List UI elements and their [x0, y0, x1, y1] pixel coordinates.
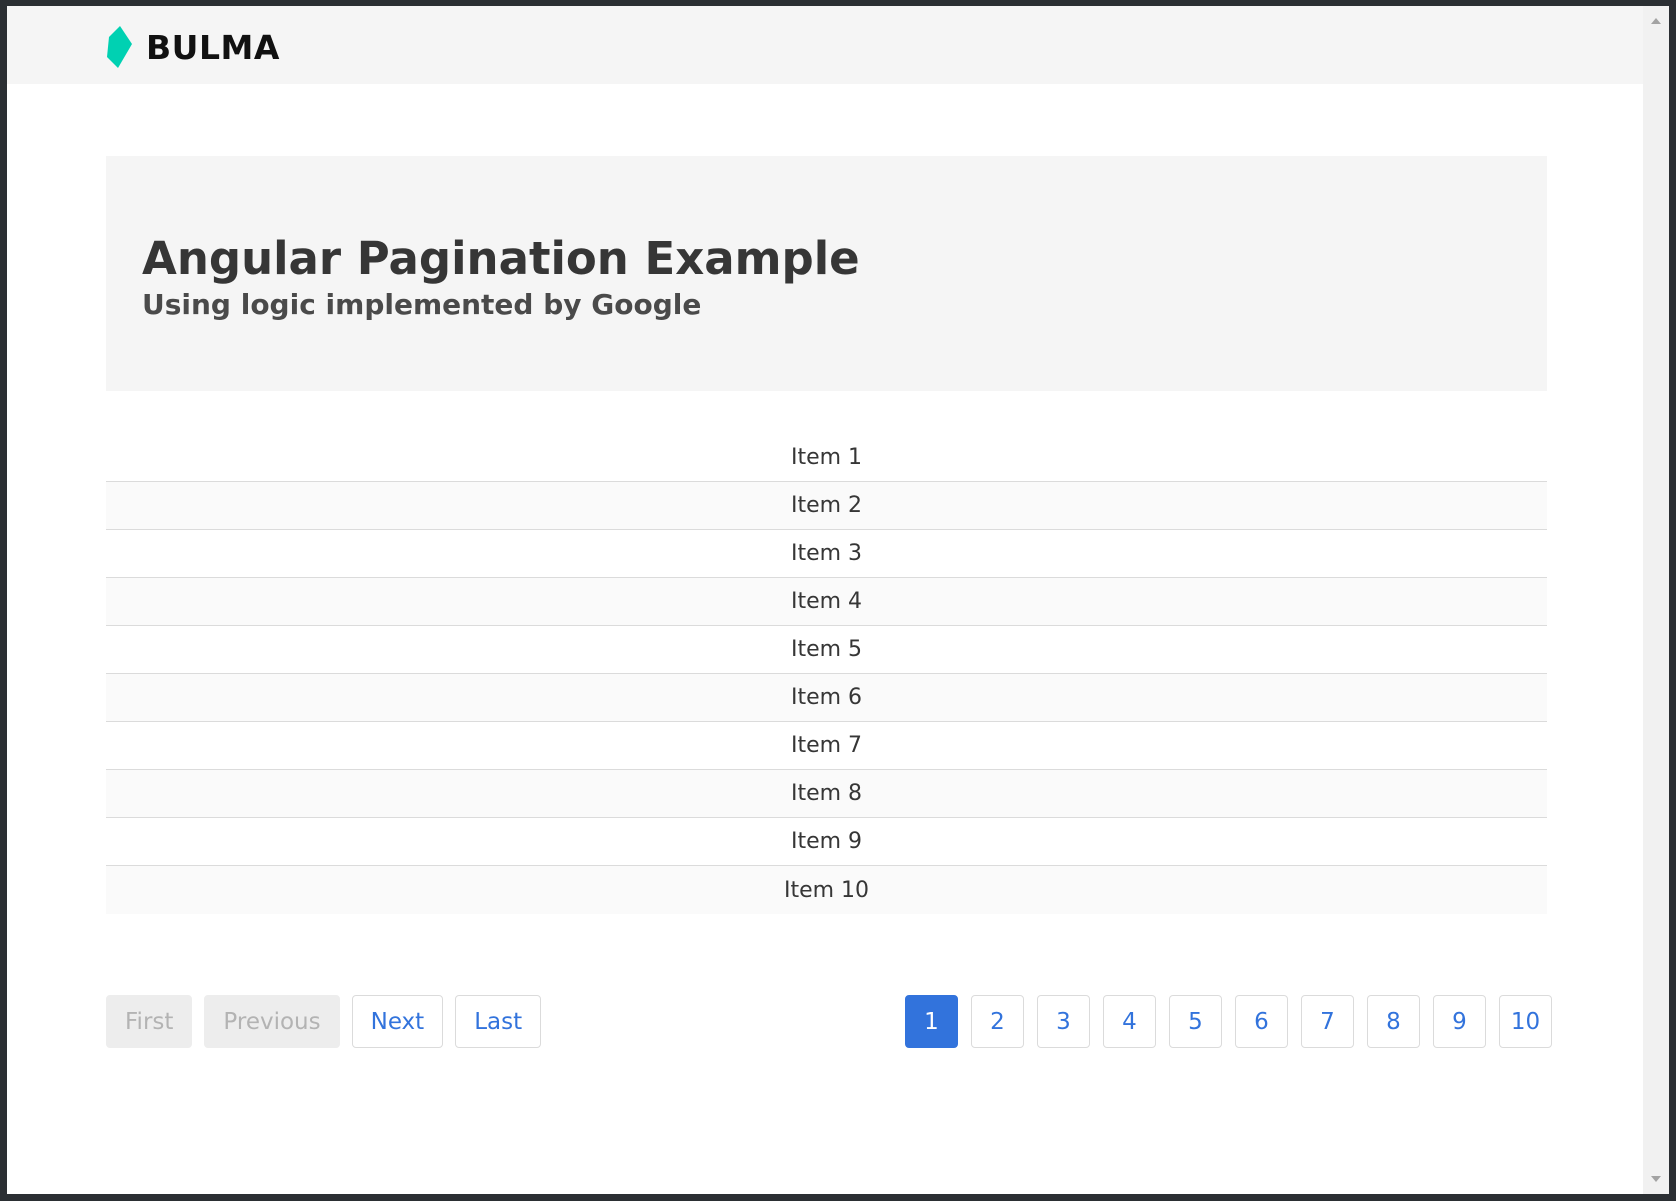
- list-item: Item 2: [106, 482, 1547, 530]
- page-title: Angular Pagination Example: [142, 232, 860, 285]
- brand-logo-link[interactable]: BULMA: [106, 26, 280, 68]
- list-item: Item 5: [106, 626, 1547, 674]
- brand-text: BULMA: [146, 27, 280, 67]
- page-viewport: BULMA Angular Pagination Example Using l…: [7, 6, 1643, 1194]
- bulma-logo-icon: [106, 26, 134, 68]
- last-page-button[interactable]: Last: [455, 995, 542, 1048]
- first-page-button[interactable]: First: [106, 995, 193, 1048]
- list-item: Item 8: [106, 770, 1547, 818]
- list-item: Item 6: [106, 674, 1547, 722]
- page-link-10[interactable]: 10: [1499, 995, 1552, 1048]
- navbar: BULMA: [7, 6, 1643, 84]
- page-link-2[interactable]: 2: [971, 995, 1024, 1048]
- vertical-scrollbar[interactable]: [1643, 6, 1669, 1194]
- hero-section: Angular Pagination Example Using logic i…: [106, 156, 1547, 391]
- page-link-9[interactable]: 9: [1433, 995, 1486, 1048]
- item-list: Item 1 Item 2 Item 3 Item 4 Item 5 Item …: [106, 434, 1547, 914]
- next-page-button[interactable]: Next: [351, 995, 444, 1048]
- page-link-1[interactable]: 1: [905, 995, 958, 1048]
- list-item: Item 3: [106, 530, 1547, 578]
- page-link-8[interactable]: 8: [1367, 995, 1420, 1048]
- page-link-5[interactable]: 5: [1169, 995, 1222, 1048]
- list-item: Item 7: [106, 722, 1547, 770]
- page-subtitle: Using logic implemented by Google: [142, 288, 702, 321]
- page-link-4[interactable]: 4: [1103, 995, 1156, 1048]
- previous-page-button[interactable]: Previous: [204, 995, 340, 1048]
- scroll-up-arrow-icon[interactable]: [1651, 18, 1661, 24]
- page-link-6[interactable]: 6: [1235, 995, 1288, 1048]
- pagination-page-list: 1 2 3 4 5 6 7 8 9 10: [905, 995, 1552, 1048]
- browser-window: BULMA Angular Pagination Example Using l…: [7, 6, 1669, 1194]
- pagination-controls: First Previous Next Last: [106, 995, 542, 1048]
- list-item: Item 4: [106, 578, 1547, 626]
- page-link-3[interactable]: 3: [1037, 995, 1090, 1048]
- list-item: Item 10: [106, 866, 1547, 914]
- page-link-7[interactable]: 7: [1301, 995, 1354, 1048]
- list-item: Item 1: [106, 434, 1547, 482]
- scroll-down-arrow-icon[interactable]: [1651, 1176, 1661, 1182]
- list-item: Item 9: [106, 818, 1547, 866]
